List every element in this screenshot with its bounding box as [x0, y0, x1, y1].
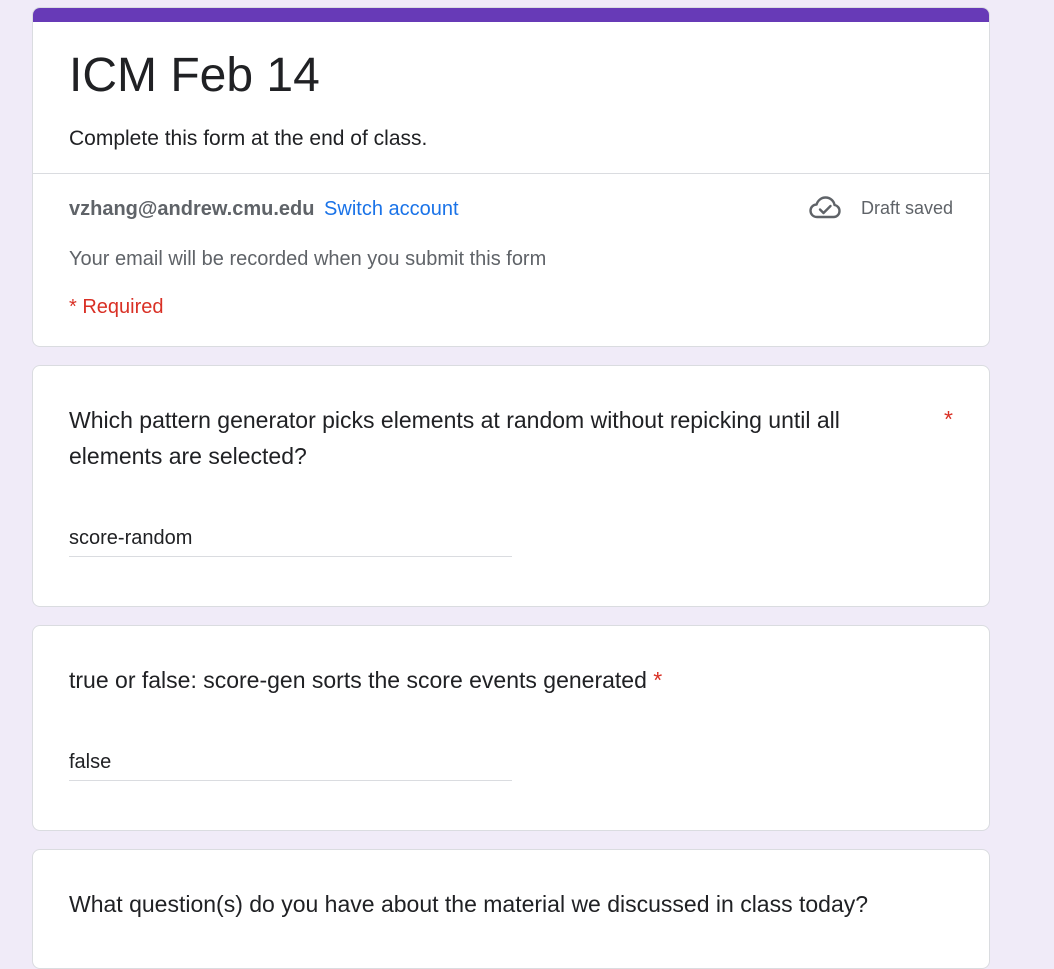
- question-title-text: true or false: score-gen sorts the score…: [69, 667, 647, 693]
- question-card-2: true or false: score-gen sorts the score…: [32, 625, 990, 831]
- form-header-card: ICM Feb 14 Complete this form at the end…: [32, 7, 990, 347]
- required-asterisk: *: [944, 406, 953, 432]
- required-asterisk: *: [653, 667, 663, 693]
- draft-status: Draft saved: [809, 195, 953, 221]
- question-title: true or false: score-gen sorts the score…: [69, 662, 662, 698]
- question-card-1: Which pattern generator picks elements a…: [32, 365, 990, 607]
- answer-input[interactable]: score-random: [69, 526, 512, 557]
- account-row: vzhang@andrew.cmu.edu Switch account: [69, 197, 459, 221]
- account-email: vzhang@andrew.cmu.edu: [69, 198, 315, 220]
- question-card-3: What question(s) do you have about the m…: [32, 849, 990, 969]
- answer-input[interactable]: false: [69, 750, 512, 781]
- header-divider: [33, 173, 989, 174]
- question-title: Which pattern generator picks elements a…: [69, 407, 840, 469]
- accent-bar: [33, 8, 989, 22]
- form-title: ICM Feb 14: [69, 49, 320, 102]
- form-description: Complete this form at the end of class.: [69, 127, 428, 150]
- required-note: * Required: [69, 296, 164, 318]
- switch-account-link[interactable]: Switch account: [324, 198, 459, 220]
- question-title: What question(s) do you have about the m…: [69, 891, 869, 917]
- cloud-check-icon: [809, 196, 841, 219]
- draft-saved-text: Draft saved: [860, 197, 953, 218]
- email-recorded-note: Your email will be recorded when you sub…: [69, 248, 547, 270]
